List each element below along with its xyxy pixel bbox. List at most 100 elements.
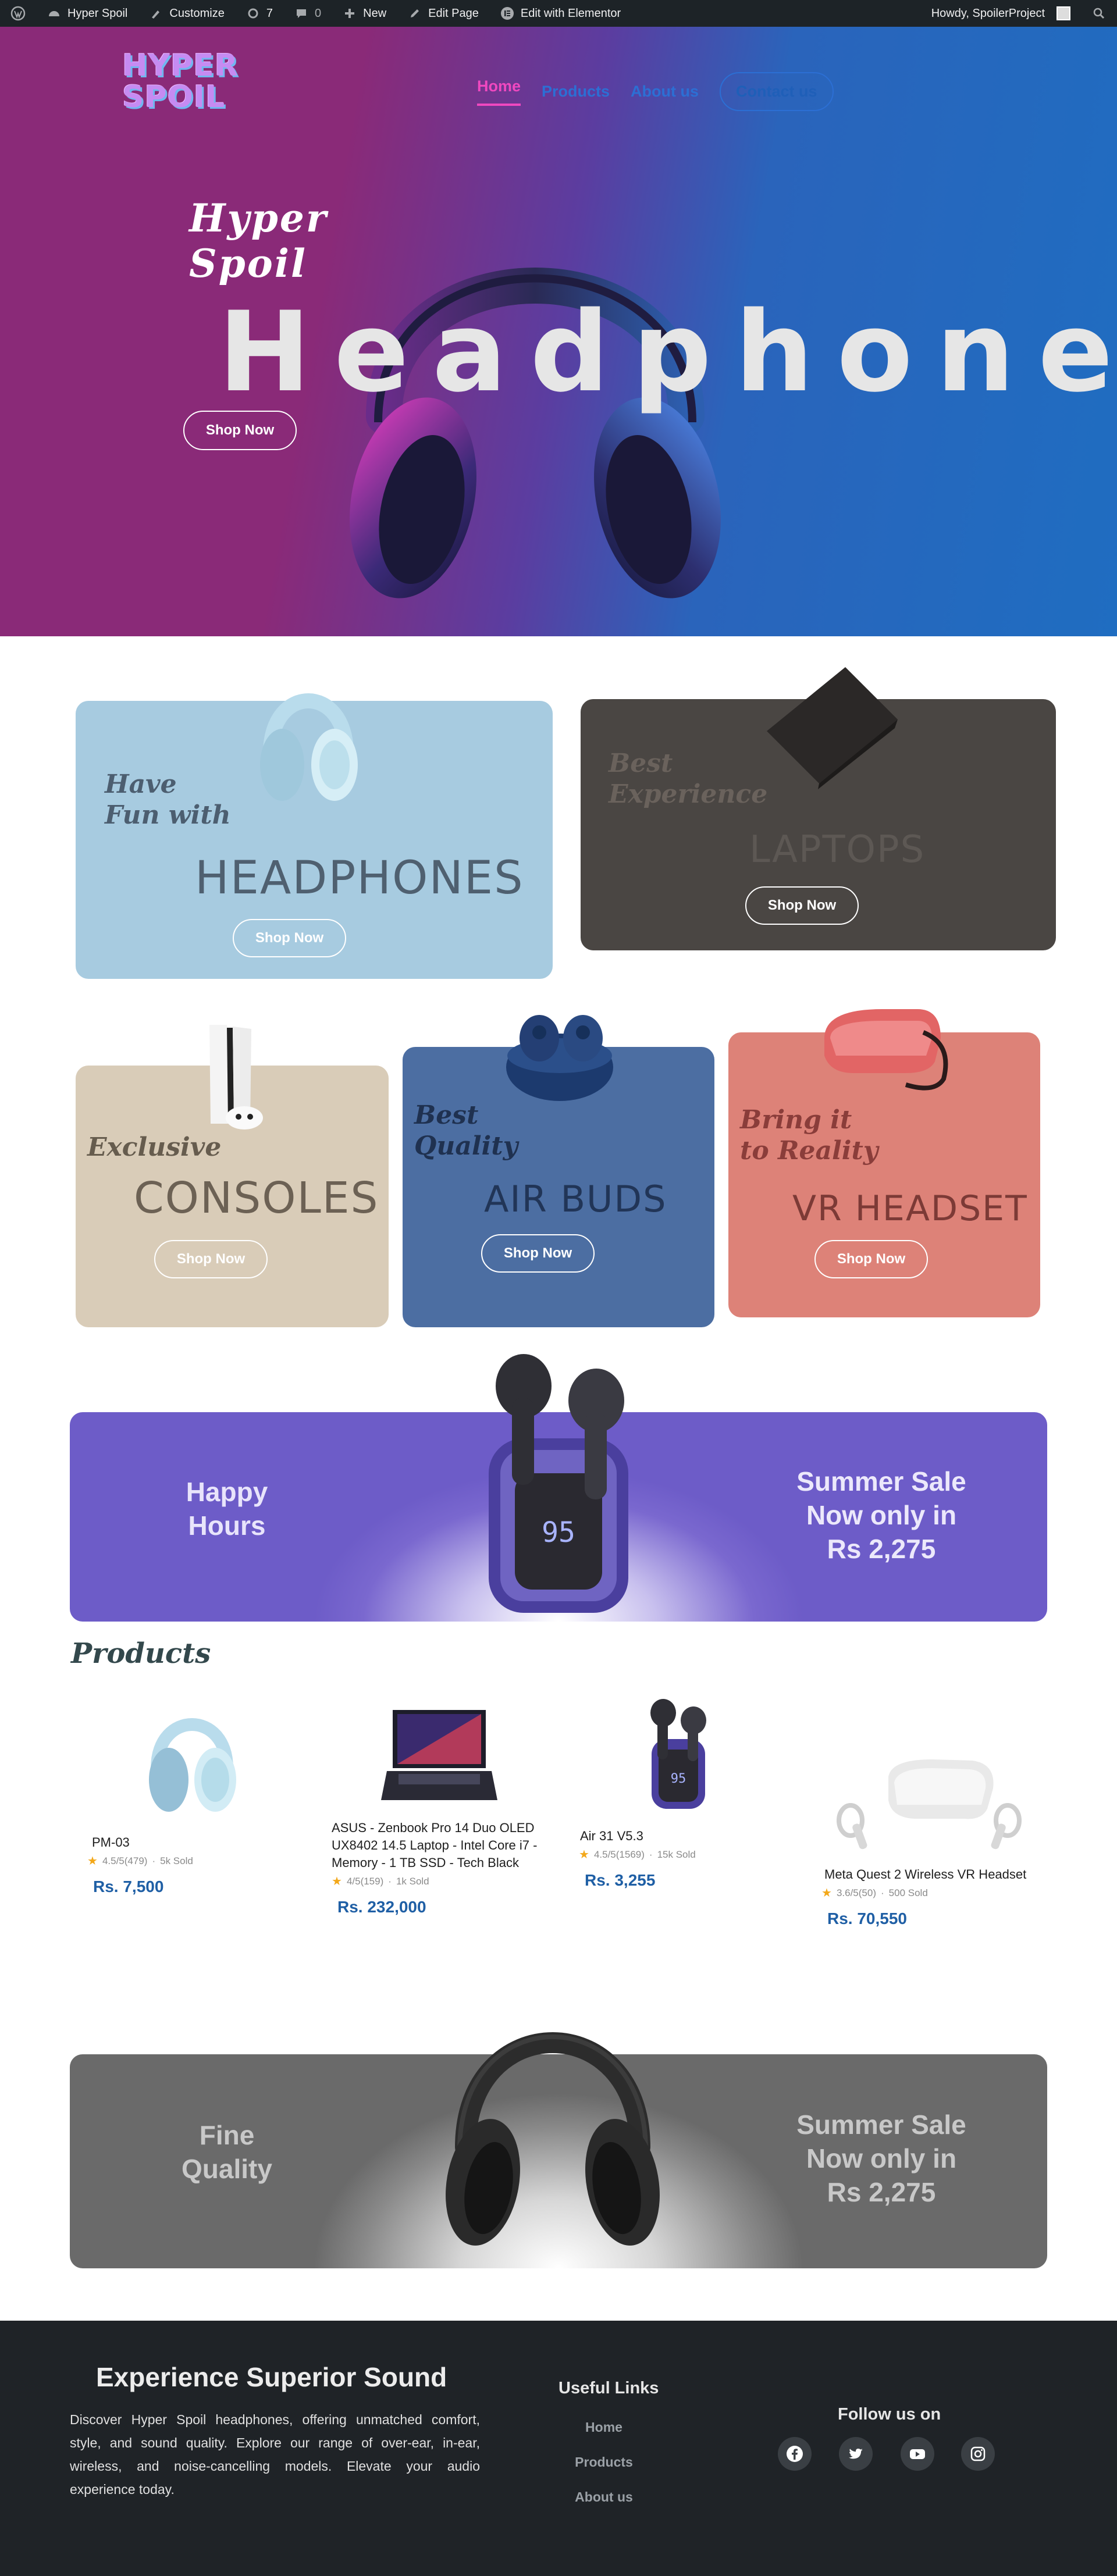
consoles-card-title: CONSOLES (134, 1173, 379, 1223)
product-price: Rs. 70,550 (827, 1909, 907, 1927)
site-logo[interactable]: HYPER SPOIL (122, 50, 239, 113)
elementor-label: Edit with Elementor (520, 6, 621, 20)
airbuds-card-title: AIR BUDS (484, 1178, 667, 1220)
footer-link-about[interactable]: About us (546, 2489, 662, 2505)
youtube-button[interactable] (901, 2437, 934, 2471)
laptops-card: Best Experience LAPTOPS Shop Now (581, 667, 1056, 950)
customize-link[interactable]: Customize (138, 0, 234, 27)
airbuds-card-script: Best Quality (414, 1100, 518, 1162)
dashboard-icon (47, 6, 62, 21)
product-card-asus-zenbook[interactable]: ASUS - Zenbook Pro 14 Duo OLED UX8402 14… (332, 1707, 553, 1916)
nav-home[interactable]: Home (477, 77, 521, 106)
youtube-icon (910, 2449, 925, 2459)
separator: · (880, 1887, 884, 1898)
footer-link-home[interactable]: Home (546, 2420, 662, 2435)
star-icon: ★ (579, 1848, 589, 1861)
vr-card-title: VR HEADSET (792, 1188, 1028, 1229)
fine-quality-banner: Fine Quality Summer Sale Now only in Rs … (70, 2032, 1047, 2268)
refresh-icon (246, 6, 261, 21)
pencil-icon (407, 6, 422, 21)
headphones-card-shop-button[interactable]: Shop Now (233, 919, 346, 957)
footer-description: Discover Hyper Spoil headphones, offerin… (70, 2412, 480, 2497)
product-image-zenbook (381, 1710, 497, 1800)
headphones-card-script-1: Have (105, 769, 177, 799)
updates-link[interactable]: 7 (235, 0, 283, 27)
laptops-card-script-2: Experience (609, 779, 768, 809)
airbuds-card-image (506, 1015, 613, 1101)
airbuds-card: Best Quality AIR BUDS Shop Now (403, 1015, 714, 1327)
vr-card-script: Bring it to Reality (740, 1105, 878, 1167)
comment-icon (294, 6, 309, 21)
product-rating-value: 4.5/5(1569) (593, 1848, 645, 1860)
banner2-right-line-3: Rs 2,275 (827, 2177, 936, 2207)
site-footer: Experience Superior Sound Discover Hyper… (0, 2321, 1117, 2576)
product-name[interactable]: PM-03 (92, 1834, 308, 1851)
nav-about[interactable]: About us (631, 83, 699, 101)
product-image-air31: 95 (650, 1699, 706, 1809)
banner1-right-line-3: Rs 2,275 (827, 1534, 936, 1564)
product-name[interactable]: Meta Quest 2 Wireless VR Headset (824, 1866, 1043, 1883)
account-menu[interactable]: Howdy, SpoilerProject (921, 0, 1081, 27)
product-name[interactable]: Air 31 V5.3 (580, 1827, 800, 1845)
product-rating-value: 3.6/5(50) (836, 1887, 876, 1898)
admin-bar: Hyper Spoil Customize 7 0 New Edit Page (0, 0, 1117, 27)
product-rating: ★ 4/5(159) · 1k Sold (332, 1874, 553, 1889)
banner2-left-text: Fine Quality (157, 2118, 297, 2186)
hero-section: HYPER SPOIL Home Products About us Conta… (0, 27, 1117, 636)
wordpress-icon (10, 6, 26, 21)
follow-us-heading: Follow us on (838, 2405, 941, 2424)
plus-icon (342, 6, 357, 21)
banner2-left-line-2: Quality (182, 2154, 272, 2184)
logo-line-2: SPOIL (122, 80, 226, 115)
product-sold-count: 500 Sold (888, 1887, 928, 1898)
hero-script-line-1: Hyper (189, 195, 328, 241)
product-price: Rs. 3,255 (585, 1871, 656, 1889)
useful-links-heading: Useful Links (558, 2379, 659, 2397)
separator: · (649, 1848, 653, 1860)
banner1-left-line-1: Happy (186, 1477, 268, 1507)
banner-case-display: 95 (542, 1516, 575, 1549)
facebook-button[interactable] (778, 2437, 812, 2471)
product-card-air31[interactable]: 95 Air 31 V5.3 ★ 4.5/5(1569) · 15k Sold … (579, 1698, 800, 1890)
product-price: Rs. 7,500 (93, 1877, 164, 1896)
footer-link-products[interactable]: Products (546, 2454, 662, 2470)
product-case-display: 95 (671, 1772, 686, 1786)
banner2-right-text: Summer Sale Now only in Rs 2,275 (768, 2108, 995, 2209)
laptops-card-script: Best Experience (609, 749, 767, 810)
laptops-card-title: LAPTOPS (749, 828, 926, 871)
hero-script-line-2: Spoil (189, 241, 307, 286)
airbuds-card-shop-button[interactable]: Shop Now (481, 1234, 595, 1273)
banner1-left-text: Happy Hours (157, 1475, 297, 1542)
twitter-button[interactable] (839, 2437, 873, 2471)
site-name: Hyper Spoil (67, 6, 128, 20)
consoles-card-shop-button[interactable]: Shop Now (154, 1240, 268, 1278)
banner2-right-line-1: Summer Sale (796, 2110, 966, 2140)
product-sold-count: 5k Sold (160, 1855, 193, 1866)
hero-shop-now-button[interactable]: Shop Now (183, 411, 297, 450)
product-image-meta-quest (837, 1759, 1022, 1850)
laptops-card-shop-button[interactable]: Shop Now (745, 886, 859, 925)
new-label: New (363, 6, 387, 20)
comments-link[interactable]: 0 (283, 0, 332, 27)
comments-count: 0 (315, 6, 322, 20)
hero-script-title: Hyper Spoil (189, 195, 328, 286)
site-name-link[interactable]: Hyper Spoil (36, 0, 138, 27)
star-icon: ★ (87, 1855, 98, 1868)
banner1-right-line-2: Now only in (806, 1500, 957, 1530)
product-name[interactable]: ASUS - Zenbook Pro 14 Duo OLED UX8402 14… (332, 1819, 553, 1872)
wordpress-menu[interactable] (0, 0, 36, 27)
nav-products[interactable]: Products (542, 83, 610, 101)
nav-contact-button[interactable]: Contact us (720, 72, 834, 111)
product-card-meta-quest-2[interactable]: Meta Quest 2 Wireless VR Headset ★ 3.6/5… (821, 1754, 1043, 1928)
vr-card-shop-button[interactable]: Shop Now (814, 1240, 928, 1278)
banner1-right-text: Summer Sale Now only in Rs 2,275 (768, 1465, 995, 1566)
instagram-button[interactable] (961, 2437, 995, 2471)
headphones-card-image (260, 693, 358, 801)
new-content-link[interactable]: New (332, 0, 397, 27)
products-heading: Products (71, 1637, 211, 1670)
admin-search-button[interactable] (1081, 0, 1117, 27)
elementor-link[interactable]: Edit with Elementor (489, 0, 631, 27)
product-rating: ★ 4.5/5(1569) · 15k Sold (579, 1847, 800, 1862)
product-card-pm03[interactable]: PM-03 ★ 4.5/5(479) · 5k Sold Rs. 7,500 (87, 1704, 308, 1896)
edit-page-link[interactable]: Edit Page (397, 0, 489, 27)
